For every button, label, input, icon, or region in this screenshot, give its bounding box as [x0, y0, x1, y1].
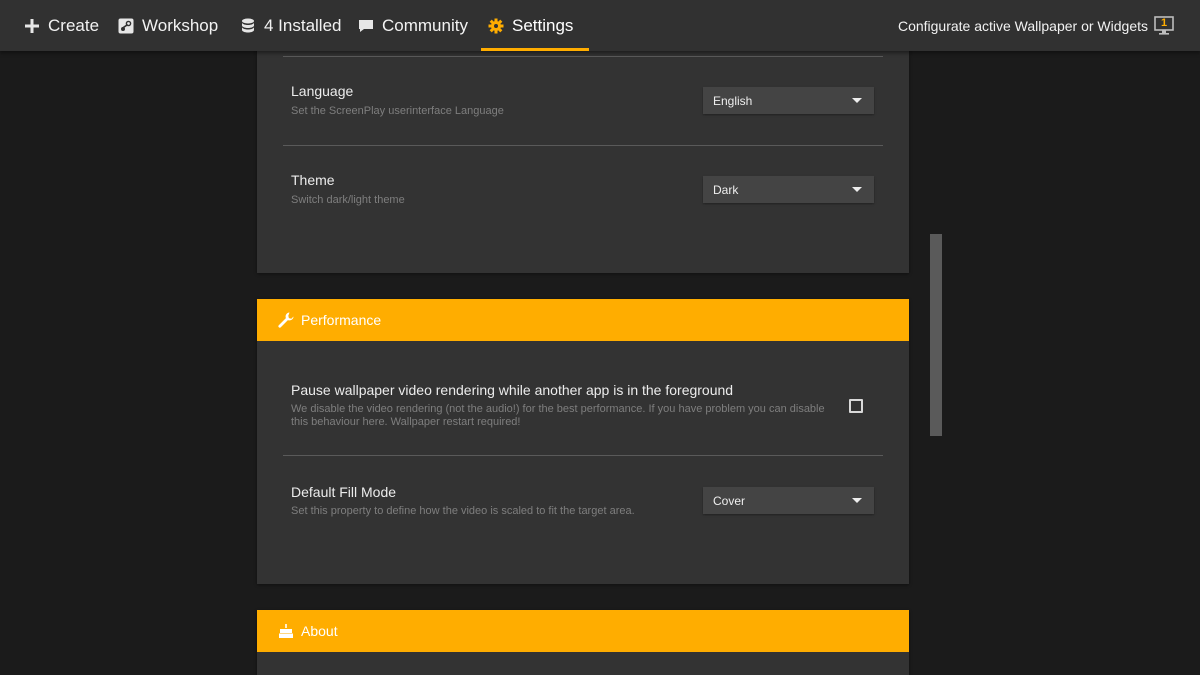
theme-title: Theme	[291, 172, 335, 188]
chevron-down-icon	[852, 98, 862, 103]
pause-rendering-description-line1: We disable the video rendering (not the …	[291, 403, 825, 415]
nav-community-label: Community	[382, 15, 468, 35]
steam-icon	[118, 18, 134, 34]
theme-dropdown[interactable]: Dark	[703, 176, 874, 203]
performance-settings-card: Performance Pause wallpaper video render…	[257, 299, 909, 584]
language-value: English	[713, 93, 753, 108]
pause-rendering-title: Pause wallpaper video rendering while an…	[291, 382, 734, 398]
database-icon	[240, 18, 256, 34]
about-card: About	[257, 610, 909, 675]
nav-community[interactable]: Community	[358, 0, 468, 51]
wrench-icon	[277, 311, 295, 329]
divider	[283, 145, 883, 146]
theme-description: Switch dark/light theme	[291, 194, 405, 206]
fill-mode-dropdown[interactable]: Cover	[703, 487, 874, 514]
active-count-badge: 1	[1160, 16, 1168, 29]
about-header[interactable]: About	[257, 610, 909, 652]
active-tab-indicator	[481, 48, 589, 51]
chevron-down-icon	[852, 498, 862, 503]
performance-header: Performance	[257, 299, 909, 341]
nav-create-label: Create	[48, 15, 100, 35]
vertical-scrollbar[interactable]	[930, 234, 942, 436]
plus-icon	[24, 18, 40, 34]
nav-installed-label: 4 Installed	[264, 15, 342, 35]
cake-icon	[277, 622, 295, 640]
gear-icon	[488, 18, 504, 34]
divider	[283, 455, 883, 456]
performance-header-label: Performance	[301, 312, 382, 328]
about-header-label: About	[301, 623, 338, 639]
nav-settings-label: Settings	[512, 15, 574, 35]
nav-workshop-label: Workshop	[142, 15, 219, 35]
configure-active-wallpapers[interactable]: Configurate active Wallpaper or Widgets …	[898, 0, 1174, 51]
nav-installed[interactable]: 4 Installed	[240, 0, 342, 51]
language-title: Language	[291, 83, 354, 99]
language-description: Set the ScreenPlay userinterface Languag…	[291, 105, 504, 117]
nav-settings[interactable]: Settings	[488, 0, 573, 51]
theme-value: Dark	[713, 182, 739, 197]
top-navigation-bar: Create Workshop 4 Installed Community Se…	[0, 0, 1200, 51]
general-settings-card: Language Set the ScreenPlay userinterfac…	[257, 40, 909, 273]
fill-mode-title: Default Fill Mode	[291, 484, 397, 500]
fill-mode-description: Set this property to define how the vide…	[291, 505, 635, 517]
monitor-icon: 1	[1154, 15, 1174, 36]
configure-label: Configurate active Wallpaper or Widgets	[897, 17, 1148, 34]
pause-rendering-checkbox[interactable]	[849, 399, 863, 413]
fill-mode-value: Cover	[713, 493, 746, 508]
divider	[283, 56, 883, 57]
nav-create[interactable]: Create	[24, 0, 99, 51]
pause-rendering-description-line2: this behaviour here. Wallpaper restart r…	[291, 416, 521, 428]
chat-bubble-icon	[358, 18, 374, 34]
language-dropdown[interactable]: English	[703, 87, 874, 114]
nav-workshop[interactable]: Workshop	[118, 0, 218, 51]
chevron-down-icon	[852, 187, 862, 192]
